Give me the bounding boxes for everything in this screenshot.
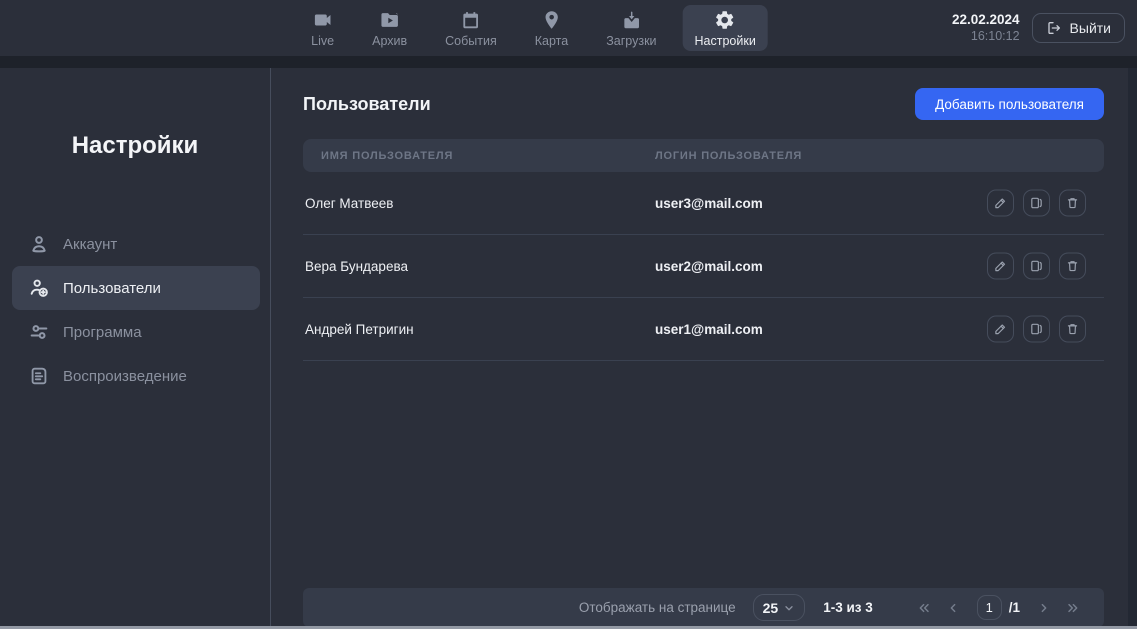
calendar-icon <box>460 9 482 31</box>
chevron-down-icon <box>783 602 795 614</box>
video-camera-icon <box>312 9 334 31</box>
edit-user-button[interactable] <box>987 253 1014 280</box>
table-header: ИМЯ ПОЛЬЗОВАТЕЛЯ ЛОГИН ПОЛЬЗОВАТЕЛЯ <box>303 139 1104 172</box>
trash-icon <box>1065 259 1080 274</box>
user-login: user2@mail.com <box>655 259 763 274</box>
last-page-button[interactable] <box>1062 597 1084 619</box>
datetime: 22.02.2024 16:10:12 <box>952 12 1020 45</box>
nav-label: Загрузки <box>606 34 656 48</box>
pager-controls: 1 /1 <box>913 595 1084 620</box>
person-icon <box>28 233 50 255</box>
row-actions <box>987 316 1086 343</box>
users-page: Пользователи Добавить пользователя ИМЯ П… <box>271 68 1137 629</box>
nav-label: Карта <box>535 34 568 48</box>
topbar-right: 22.02.2024 16:10:12 Выйти <box>952 0 1125 56</box>
nav-item-events[interactable]: События <box>433 5 509 51</box>
logout-label: Выйти <box>1070 20 1111 36</box>
pencil-icon <box>993 196 1008 211</box>
sidebar-item-program[interactable]: Программа <box>0 310 270 354</box>
top-bar: Live Архив События Карта Загрузки <box>0 0 1137 56</box>
copy-icon <box>1029 322 1044 337</box>
sidebar-item-label: Воспроизведение <box>63 368 187 385</box>
per-page-label: Отображать на странице <box>579 600 736 615</box>
nav-label: Архив <box>372 34 407 48</box>
copy-icon <box>1029 259 1044 274</box>
body: Настройки Аккаунт Пользователи Программа <box>0 68 1137 629</box>
delete-user-button[interactable] <box>1059 190 1086 217</box>
nav-label: Настройки <box>695 34 756 48</box>
pagination-bar: Отображать на странице 25 1-3 из 3 1 /1 <box>303 588 1104 627</box>
top-navigation: Live Архив События Карта Загрузки <box>299 0 768 56</box>
edit-user-button[interactable] <box>987 316 1014 343</box>
user-name: Андрей Петригин <box>303 322 414 337</box>
nav-item-map[interactable]: Карта <box>523 5 580 51</box>
first-page-button[interactable] <box>913 597 935 619</box>
double-chevron-left-icon <box>916 600 932 616</box>
rows-range-label: 1-3 из 3 <box>823 600 873 615</box>
document-icon <box>28 365 50 387</box>
table-row: Олег Матвеев user3@mail.com <box>303 172 1104 235</box>
current-page-input[interactable]: 1 <box>977 595 1002 620</box>
user-name: Олег Матвеев <box>303 196 393 211</box>
copy-user-button[interactable] <box>1023 190 1050 217</box>
nav-item-archive[interactable]: Архив <box>360 5 419 51</box>
nav-item-downloads[interactable]: Загрузки <box>594 5 668 51</box>
double-chevron-right-icon <box>1065 600 1081 616</box>
current-time: 16:10:12 <box>952 29 1020 45</box>
per-page-select[interactable]: 25 <box>753 594 806 621</box>
person-add-icon <box>28 277 50 299</box>
table-row: Андрей Петригин user1@mail.com <box>303 298 1104 361</box>
logout-button[interactable]: Выйти <box>1032 13 1125 43</box>
sidebar-item-users[interactable]: Пользователи <box>12 266 260 310</box>
nav-item-settings[interactable]: Настройки <box>683 5 768 51</box>
settings-sidebar: Настройки Аккаунт Пользователи Программа <box>0 68 271 629</box>
chevron-right-icon <box>1036 600 1052 616</box>
table-row: Вера Бундарева user2@mail.com <box>303 235 1104 298</box>
chevron-left-icon <box>945 600 961 616</box>
delete-user-button[interactable] <box>1059 316 1086 343</box>
download-box-icon <box>620 9 642 31</box>
logout-icon <box>1046 20 1062 36</box>
copy-user-button[interactable] <box>1023 316 1050 343</box>
user-login: user3@mail.com <box>655 196 763 211</box>
gear-icon <box>714 9 736 31</box>
add-user-button[interactable]: Добавить пользователя <box>915 88 1104 120</box>
pencil-icon <box>993 259 1008 274</box>
page-title: Пользователи <box>303 94 431 115</box>
copy-user-button[interactable] <box>1023 253 1050 280</box>
total-pages-label: /1 <box>1009 600 1020 615</box>
pencil-icon <box>993 322 1008 337</box>
trash-icon <box>1065 322 1080 337</box>
sliders-icon <box>28 321 50 343</box>
map-pin-icon <box>540 9 562 31</box>
sidebar-item-label: Аккаунт <box>63 236 117 253</box>
trash-icon <box>1065 196 1080 211</box>
copy-icon <box>1029 196 1044 211</box>
sidebar-item-label: Пользователи <box>63 280 161 297</box>
page-header: Пользователи Добавить пользователя <box>303 88 1104 120</box>
sidebar-title: Настройки <box>0 132 270 160</box>
topbar-divider-band <box>0 56 1137 68</box>
folder-play-icon <box>379 9 401 31</box>
column-header-name: ИМЯ ПОЛЬЗОВАТЕЛЯ <box>303 150 453 162</box>
user-login: user1@mail.com <box>655 322 763 337</box>
next-page-button[interactable] <box>1033 597 1055 619</box>
sidebar-item-account[interactable]: Аккаунт <box>0 222 270 266</box>
row-actions <box>987 190 1086 217</box>
edit-user-button[interactable] <box>987 190 1014 217</box>
nav-item-live[interactable]: Live <box>299 5 346 51</box>
prev-page-button[interactable] <box>942 597 964 619</box>
row-actions <box>987 253 1086 280</box>
user-name: Вера Бундарева <box>303 259 408 274</box>
sidebar-item-label: Программа <box>63 324 142 341</box>
sidebar-item-playback[interactable]: Воспроизведение <box>0 354 270 398</box>
current-date: 22.02.2024 <box>952 12 1020 29</box>
per-page-value: 25 <box>763 600 779 616</box>
column-header-login: ЛОГИН ПОЛЬЗОВАТЕЛЯ <box>655 150 802 162</box>
sidebar-menu: Аккаунт Пользователи Программа Воспроизв… <box>0 222 270 398</box>
nav-label: Live <box>311 34 334 48</box>
nav-label: События <box>445 34 497 48</box>
delete-user-button[interactable] <box>1059 253 1086 280</box>
vertical-scrollbar[interactable] <box>1128 68 1137 626</box>
